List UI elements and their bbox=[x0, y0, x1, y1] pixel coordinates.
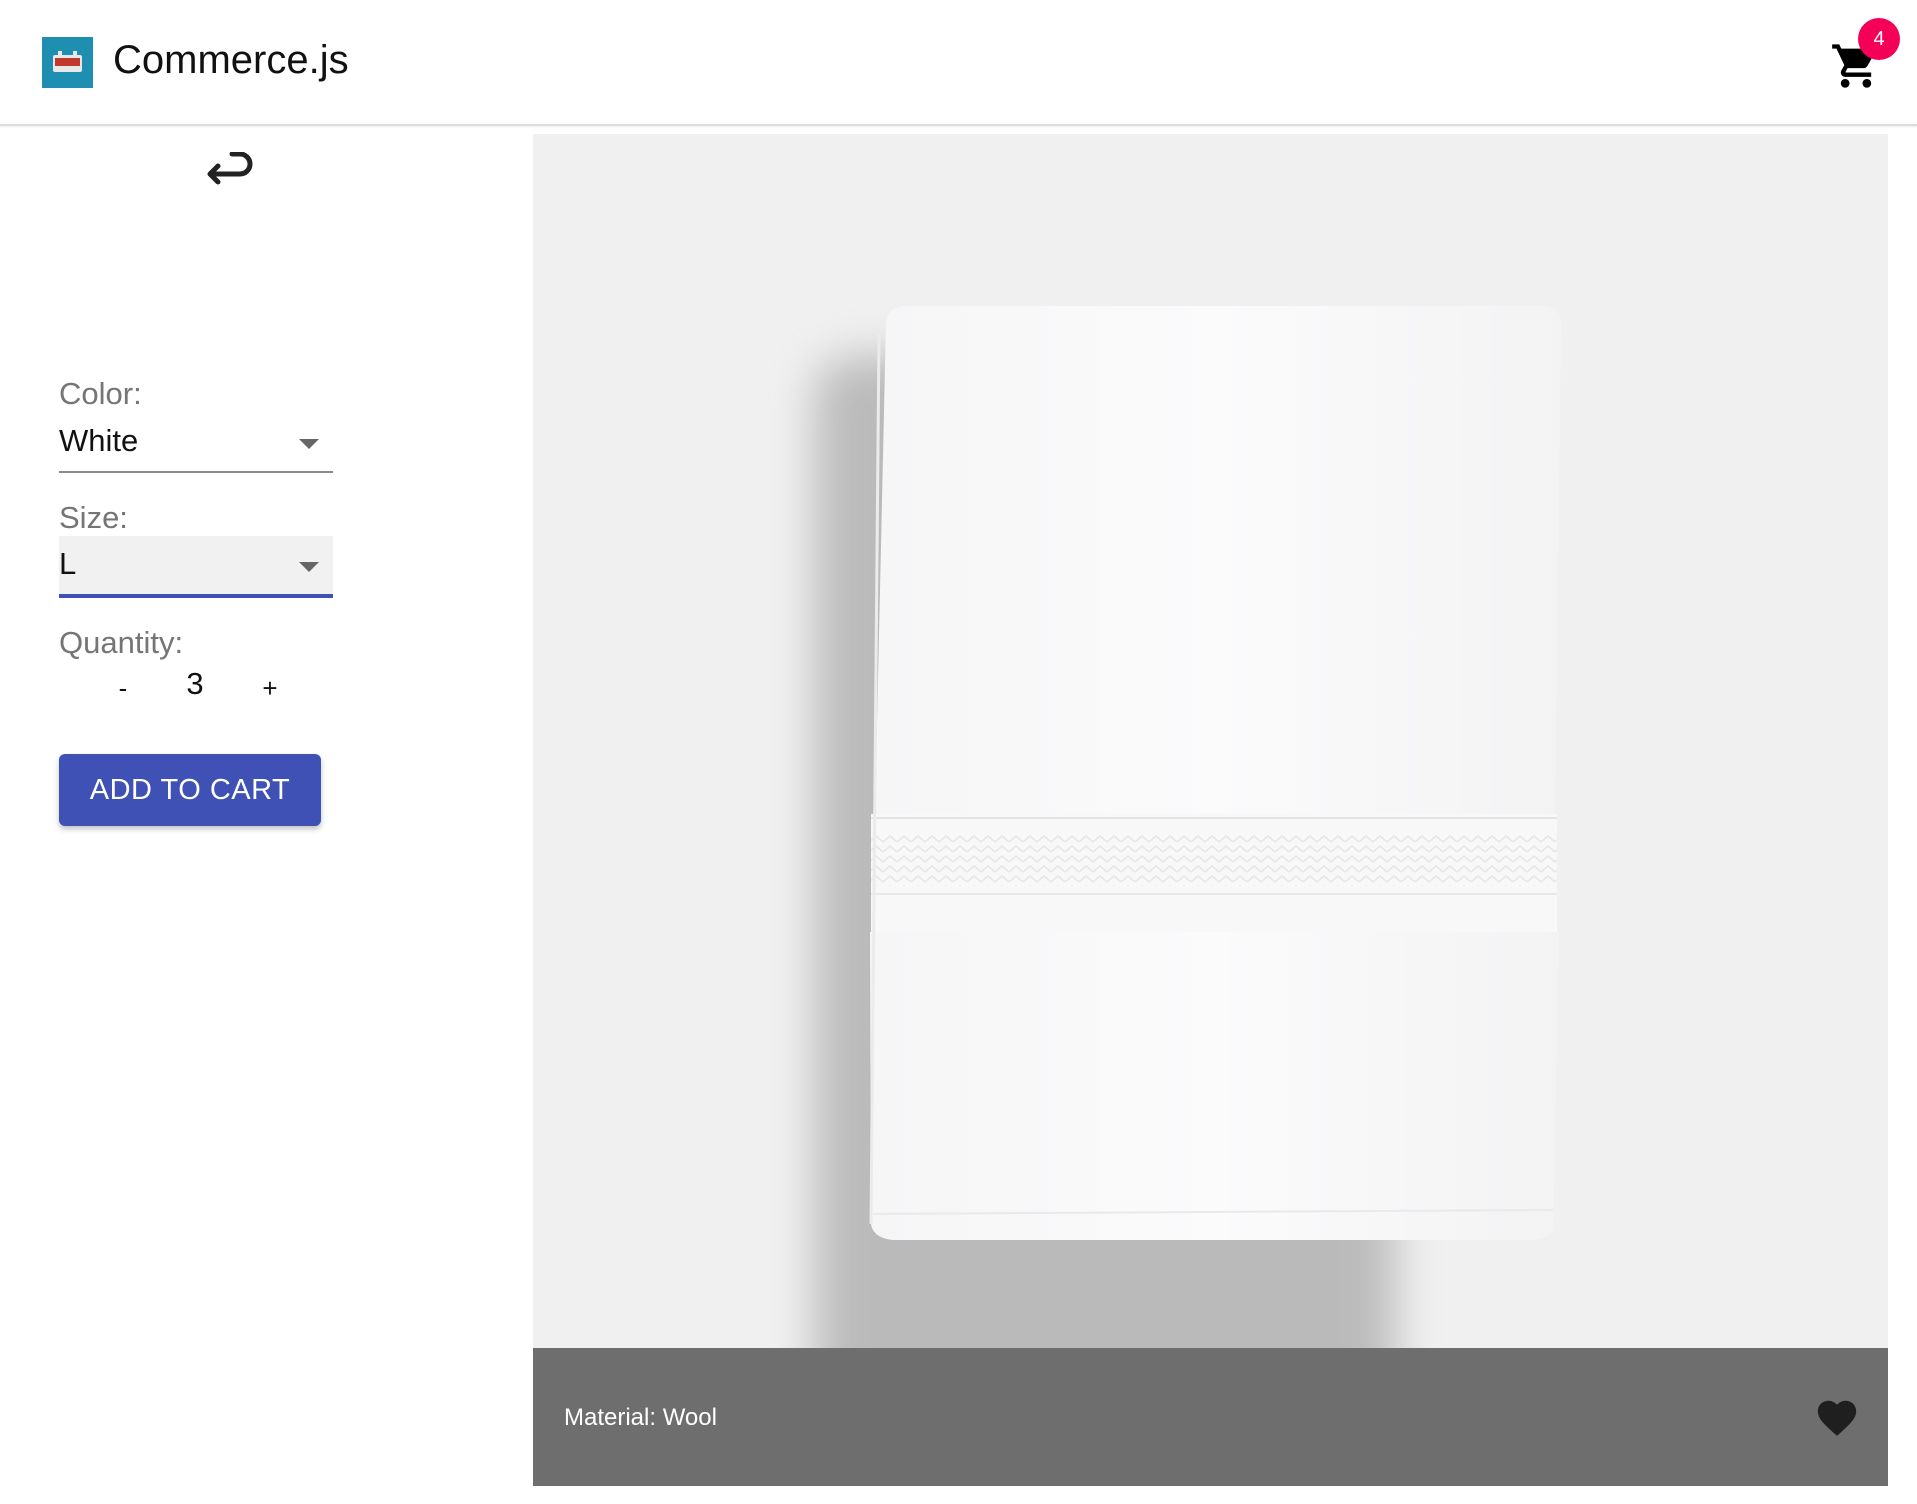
size-label: Size: bbox=[59, 500, 128, 535]
material-caption: Material: Wool bbox=[564, 1404, 717, 1431]
brand-title[interactable]: Commerce.js bbox=[113, 36, 349, 84]
product-card: Material: Wool bbox=[533, 134, 1888, 1486]
commerce-logo[interactable] bbox=[42, 37, 93, 88]
favorite-button[interactable] bbox=[1811, 1392, 1863, 1444]
size-select-value: L bbox=[59, 546, 77, 581]
quantity-decrease-button[interactable]: - bbox=[103, 668, 143, 708]
app-bar: Commerce.js 4 bbox=[0, 0, 1917, 126]
chevron-down-icon bbox=[299, 439, 319, 449]
color-select-value: White bbox=[59, 423, 139, 458]
size-select[interactable]: L bbox=[59, 536, 333, 598]
chevron-down-icon bbox=[299, 562, 319, 572]
back-button[interactable] bbox=[198, 146, 262, 202]
product-caption-bar: Material: Wool bbox=[533, 1348, 1888, 1486]
color-select[interactable]: White bbox=[59, 413, 333, 473]
return-arrow-icon bbox=[207, 152, 253, 185]
cart-count-badge: 4 bbox=[1858, 18, 1900, 60]
color-label: Color: bbox=[59, 376, 142, 411]
white-towel-image bbox=[533, 134, 1888, 1416]
heart-icon bbox=[1817, 1400, 1857, 1436]
quantity-label: Quantity: bbox=[59, 625, 184, 660]
quantity-value: 3 bbox=[186, 666, 204, 701]
quantity-increase-button[interactable]: + bbox=[250, 668, 290, 708]
add-to-cart-button[interactable]: ADD TO CART bbox=[59, 754, 321, 826]
